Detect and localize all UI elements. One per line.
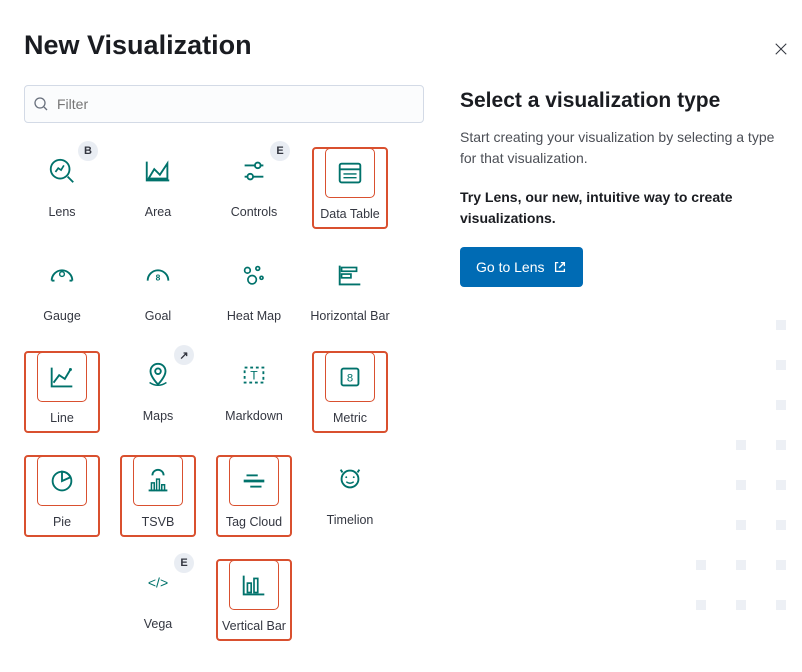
side-description: Start creating your visualization by sel… <box>460 127 778 169</box>
viz-tile-maps[interactable]: ↗ Maps <box>120 351 196 433</box>
viz-grid: B Lens Area <box>24 147 424 641</box>
viz-label: Controls <box>231 205 278 219</box>
viz-label: Pie <box>53 515 71 529</box>
viz-tile-pie[interactable]: Pie <box>24 455 100 537</box>
viz-label: Metric <box>333 411 367 425</box>
area-icon <box>143 156 173 186</box>
lens-icon <box>47 156 77 186</box>
badge-external: ↗ <box>174 345 194 365</box>
viz-tile-datatable[interactable]: Data Table <box>312 147 388 229</box>
heatmap-icon <box>239 260 269 290</box>
badge-experimental: E <box>270 141 290 161</box>
viz-tile-goal[interactable]: 8 Goal <box>120 251 196 329</box>
pie-icon <box>47 466 77 496</box>
viz-label: Vertical Bar <box>222 619 286 633</box>
viz-tile-timelion[interactable]: Timelion <box>312 455 388 537</box>
badge-beta: B <box>78 141 98 161</box>
page-title: New Visualization <box>24 30 802 61</box>
line-icon <box>47 362 77 392</box>
viz-label: Area <box>145 205 171 219</box>
viz-label: Markdown <box>225 409 283 423</box>
search-icon <box>33 96 49 112</box>
viz-label: Data Table <box>320 207 380 221</box>
side-heading: Select a visualization type <box>460 89 778 113</box>
filter-input[interactable] <box>55 95 415 113</box>
vega-icon: </> <box>143 568 173 598</box>
viz-tile-tsvb[interactable]: TSVB <box>120 455 196 537</box>
viz-tile-hbar[interactable]: Horizontal Bar <box>312 251 388 329</box>
viz-tile-metric[interactable]: 8 Metric <box>312 351 388 433</box>
viz-label: Line <box>50 411 74 425</box>
svg-text:8: 8 <box>347 373 353 385</box>
gauge-icon <box>47 260 77 290</box>
goal-icon: 8 <box>143 260 173 290</box>
viz-tile-controls[interactable]: E Controls <box>216 147 292 229</box>
viz-label: Goal <box>145 309 171 323</box>
svg-text:8: 8 <box>156 273 161 283</box>
viz-label: Gauge <box>43 309 81 323</box>
datatable-icon <box>335 158 365 188</box>
viz-tile-tagcloud[interactable]: Tag Cloud <box>216 455 292 537</box>
viz-label: Lens <box>48 205 75 219</box>
viz-label: Timelion <box>327 513 374 527</box>
viz-label: Tag Cloud <box>226 515 282 529</box>
svg-text:</>: </> <box>148 575 168 591</box>
popout-icon <box>553 260 567 274</box>
viz-label: Maps <box>143 409 174 423</box>
tagcloud-icon <box>239 466 269 496</box>
timelion-icon <box>335 464 365 494</box>
viz-tile-line[interactable]: Line <box>24 351 100 433</box>
maps-icon <box>143 360 173 390</box>
tsvb-icon <box>143 466 173 496</box>
filter-input-wrap[interactable] <box>24 85 424 123</box>
controls-icon <box>239 156 269 186</box>
viz-label: Heat Map <box>227 309 281 323</box>
markdown-icon: T <box>239 360 269 390</box>
go-to-lens-button[interactable]: Go to Lens <box>460 247 583 287</box>
viz-label: Horizontal Bar <box>310 309 389 323</box>
viz-tile-markdown[interactable]: T Markdown <box>216 351 292 433</box>
cta-label: Go to Lens <box>476 259 545 275</box>
viz-label: TSVB <box>142 515 175 529</box>
side-promo: Try Lens, our new, intuitive way to crea… <box>460 187 778 229</box>
viz-tile-vega[interactable]: E </> Vega <box>120 559 196 641</box>
viz-label: Vega <box>144 617 173 631</box>
left-panel: B Lens Area <box>24 85 424 641</box>
viz-tile-gauge[interactable]: Gauge <box>24 251 100 329</box>
close-icon[interactable] <box>774 42 788 56</box>
badge-experimental: E <box>174 553 194 573</box>
right-panel: Select a visualization type Start creati… <box>460 85 778 641</box>
hbar-icon <box>335 260 365 290</box>
svg-text:T: T <box>250 369 258 383</box>
metric-icon: 8 <box>335 362 365 392</box>
viz-tile-lens[interactable]: B Lens <box>24 147 100 229</box>
vbar-icon <box>239 570 269 600</box>
602px-tile-vbar[interactable]: Vertical Bar <box>216 559 292 641</box>
viz-tile-heatmap[interactable]: Heat Map <box>216 251 292 329</box>
viz-tile-area[interactable]: Area <box>120 147 196 229</box>
